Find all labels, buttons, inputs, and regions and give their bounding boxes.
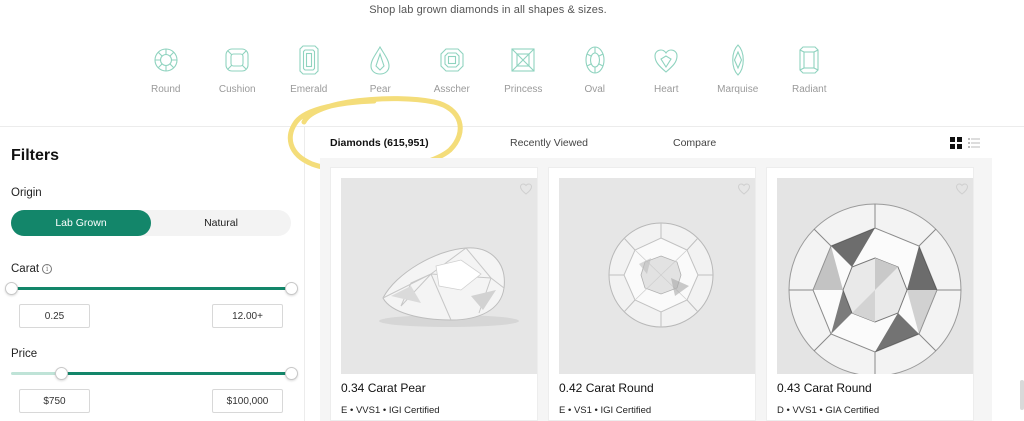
tab-compare[interactable]: Compare — [673, 137, 716, 149]
price-slider[interactable] — [11, 367, 298, 381]
round-diamond-closeup-image — [777, 178, 973, 374]
favorite-heart-icon[interactable] — [955, 182, 969, 196]
shape-label: Round — [151, 84, 181, 95]
filters-title: Filters — [11, 147, 60, 164]
pear-diamond-image — [341, 178, 537, 374]
shape-label: Princess — [504, 84, 543, 95]
shape-label: Cushion — [218, 84, 256, 95]
product-title: 0.43 Carat Round — [777, 381, 872, 395]
origin-label: Origin — [11, 187, 42, 199]
favorite-heart-icon[interactable] — [737, 182, 751, 196]
shape-cushion[interactable]: Cushion — [202, 42, 274, 95]
emerald-shape-icon — [299, 45, 319, 75]
shape-label: Pear — [369, 84, 391, 95]
info-icon[interactable]: i — [42, 264, 53, 274]
oval-shape-icon — [585, 46, 605, 74]
filters-sidebar: Filters Origin Lab Grown Natural Carat i … — [0, 127, 305, 421]
shape-label: Marquise — [717, 84, 759, 95]
price-max-input[interactable]: $100,000 — [212, 389, 283, 413]
shape-pear[interactable]: Pear — [345, 42, 417, 95]
shape-label: Heart — [654, 84, 679, 95]
product-card[interactable]: 0.42 Carat Round E • VS1 • IGI Certified — [548, 167, 756, 421]
shape-marquise[interactable]: Marquise — [702, 42, 774, 95]
round-shape-icon — [154, 48, 178, 72]
carat-min-thumb[interactable] — [5, 282, 18, 295]
shape-label: Emerald — [290, 84, 328, 95]
carat-label-row: Carat i — [11, 263, 53, 275]
heart-shape-icon — [654, 49, 678, 73]
price-min-thumb[interactable] — [55, 367, 68, 380]
asscher-shape-icon — [440, 48, 464, 72]
shape-oval[interactable]: Oval — [559, 42, 631, 95]
page-tagline: Shop lab grown diamonds in all shapes & … — [369, 4, 607, 16]
shape-asscher[interactable]: Asscher — [416, 42, 488, 95]
product-card[interactable]: 0.43 Carat Round D • VVS1 • GIA Certifie… — [766, 167, 974, 421]
product-specs: D • VVS1 • GIA Certified — [777, 405, 880, 416]
carat-max-thumb[interactable] — [285, 282, 298, 295]
price-slider-track-inactive — [11, 372, 61, 375]
price-min-input[interactable]: $750 — [19, 389, 90, 413]
carat-label: Carat — [11, 263, 40, 275]
list-view-icon[interactable] — [968, 137, 980, 149]
radiant-shape-icon — [799, 46, 819, 74]
grid-view-icon[interactable] — [950, 137, 962, 149]
page-scrollbar[interactable] — [1020, 380, 1024, 410]
product-specs: E • VVS1 • IGI Certified — [341, 405, 440, 416]
carat-min-input[interactable]: 0.25 — [19, 304, 90, 328]
cushion-shape-icon — [225, 48, 249, 72]
round-diamond-image — [559, 178, 755, 374]
carat-slider-track — [11, 287, 291, 290]
shape-princess[interactable]: Princess — [488, 42, 560, 95]
shape-radiant[interactable]: Radiant — [774, 42, 846, 95]
product-title: 0.34 Carat Pear — [341, 381, 426, 395]
product-image — [559, 178, 755, 374]
view-toggles — [950, 137, 980, 149]
shape-emerald[interactable]: Emerald — [273, 42, 345, 95]
product-specs: E • VS1 • IGI Certified — [559, 405, 652, 416]
shape-label: Oval — [584, 84, 606, 95]
origin-option-natural[interactable]: Natural — [151, 210, 291, 236]
shape-round[interactable]: Round — [130, 42, 202, 95]
favorite-heart-icon[interactable] — [519, 182, 533, 196]
shape-heart[interactable]: Heart — [631, 42, 703, 95]
shape-selector: Round Cushion Emerald Pear Asscher Princ… — [130, 42, 845, 95]
shape-label: Asscher — [433, 84, 470, 95]
price-max-thumb[interactable] — [285, 367, 298, 380]
princess-shape-icon — [511, 48, 535, 72]
carat-slider[interactable] — [5, 282, 298, 296]
price-label: Price — [11, 348, 38, 360]
origin-toggle: Lab Grown Natural — [11, 210, 291, 236]
price-slider-track — [61, 372, 291, 375]
product-image — [777, 178, 973, 374]
product-title: 0.42 Carat Round — [559, 381, 654, 395]
pear-shape-icon — [370, 45, 390, 75]
tab-diamonds[interactable]: Diamonds (615,951) — [330, 137, 429, 149]
marquise-shape-icon — [731, 44, 744, 76]
product-image — [341, 178, 537, 374]
carat-max-input[interactable]: 12.00+ — [212, 304, 283, 328]
shape-label: Radiant — [792, 84, 827, 95]
product-card[interactable]: 0.34 Carat Pear E • VVS1 • IGI Certified — [330, 167, 538, 421]
origin-option-lab-grown[interactable]: Lab Grown — [11, 210, 151, 236]
tab-recently-viewed[interactable]: Recently Viewed — [510, 137, 588, 149]
results-tabs: Diamonds (615,951) Recently Viewed Compa… — [320, 128, 992, 158]
